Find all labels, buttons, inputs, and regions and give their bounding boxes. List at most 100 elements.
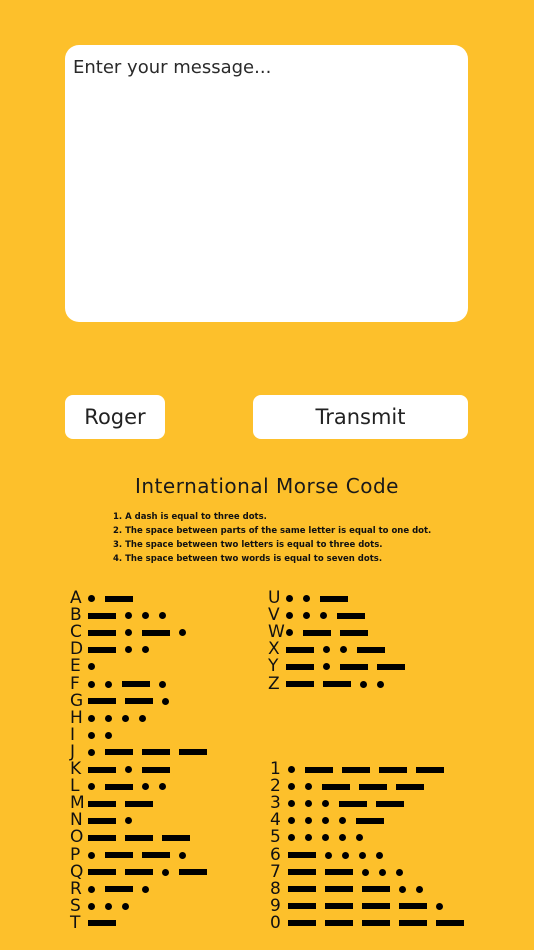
morse-row-d: D [70, 641, 159, 658]
morse-dot [88, 902, 95, 910]
morse-row-p: P [70, 846, 196, 864]
morse-dash [288, 886, 316, 893]
morse-code [288, 920, 473, 927]
morse-dot [305, 834, 312, 842]
morse-dot [416, 885, 423, 893]
morse-dot [105, 902, 112, 910]
morse-row-7: 7 [270, 863, 413, 881]
morse-dash [162, 834, 190, 841]
morse-dash [362, 886, 390, 893]
morse-dash [125, 869, 153, 876]
morse-code [88, 629, 196, 637]
morse-dash [122, 681, 150, 687]
morse-dash [362, 920, 390, 927]
morse-dot [88, 885, 95, 893]
morse-dot [396, 868, 403, 876]
morse-dot [342, 851, 349, 859]
morse-dot [323, 663, 330, 671]
morse-dash [339, 800, 367, 807]
morse-dot [142, 783, 149, 791]
morse-dot [399, 885, 406, 893]
morse-dash [286, 646, 314, 653]
morse-code [288, 851, 393, 859]
morse-dash [179, 749, 207, 756]
morse-dot [305, 800, 312, 808]
morse-dash [88, 869, 116, 876]
morse-char: 0 [270, 912, 281, 933]
morse-dot [105, 714, 112, 722]
rule-item: 1. A dash is equal to three dots. [113, 512, 267, 522]
morse-dash [125, 834, 153, 841]
morse-row-9: 9 [270, 897, 453, 915]
morse-dot [162, 868, 169, 876]
morse-dot [142, 612, 149, 620]
morse-code [288, 800, 413, 808]
morse-row-u: U [268, 590, 357, 607]
morse-dot [122, 714, 129, 722]
morse-dot [286, 612, 293, 620]
morse-dot [379, 868, 386, 876]
morse-dash [142, 766, 170, 773]
morse-code [88, 920, 125, 927]
roger-button[interactable]: Roger [65, 395, 165, 439]
morse-dot [339, 834, 346, 842]
morse-dot [105, 680, 112, 688]
morse-dot [305, 817, 312, 825]
morse-dot [303, 612, 310, 620]
morse-dash [325, 920, 353, 927]
morse-char: T [70, 912, 81, 933]
morse-dot [125, 766, 132, 773]
morse-code [88, 885, 159, 893]
morse-dash [88, 920, 116, 927]
morse-dash [325, 869, 353, 876]
morse-dot [288, 800, 295, 808]
morse-dash [320, 595, 348, 602]
morse-dot [162, 697, 169, 705]
rule-item: 4. The space between two words is equal … [113, 554, 383, 564]
morse-dash [342, 766, 370, 773]
morse-dot [88, 851, 95, 859]
morse-dash [436, 920, 464, 927]
morse-code [88, 817, 142, 825]
morse-dash [396, 783, 424, 790]
transmit-button[interactable]: Transmit [253, 395, 468, 439]
morse-row-g: G [70, 692, 179, 710]
morse-char: O [70, 827, 84, 848]
morse-dash [288, 920, 316, 927]
rule-item: 2. The space between parts of the same l… [113, 526, 432, 536]
morse-dash [88, 698, 116, 705]
morse-code [88, 663, 105, 671]
morse-dot [88, 783, 95, 791]
morse-dash [305, 766, 333, 773]
morse-dot [88, 731, 95, 739]
morse-dot [322, 800, 329, 808]
morse-dot [322, 817, 329, 825]
morse-dash [105, 595, 133, 602]
morse-dash [105, 852, 133, 858]
morse-char: Y [268, 656, 279, 677]
morse-code [88, 714, 156, 722]
morse-dot [377, 680, 384, 688]
morse-dot [303, 595, 310, 602]
rule-item: 3. The space between two letters is equa… [113, 540, 383, 550]
morse-row-r: R [70, 880, 159, 898]
morse-dash [105, 783, 133, 790]
morse-dash [125, 698, 153, 705]
morse-dot [179, 851, 186, 859]
morse-char: E [70, 656, 81, 677]
morse-dash [88, 646, 116, 653]
morse-code [88, 731, 122, 739]
morse-dot [322, 834, 329, 842]
morse-rules: 1. A dash is equal to three dots. 2. The… [113, 510, 431, 566]
morse-dot [122, 902, 129, 910]
morse-row-m: M [70, 795, 162, 812]
morse-row-e: E [70, 658, 105, 675]
morse-char: 5 [270, 827, 281, 848]
morse-dash [88, 612, 116, 619]
morse-code [88, 680, 176, 688]
morse-dot [340, 646, 347, 654]
morse-dash [125, 800, 153, 807]
morse-row-6: 6 [270, 846, 393, 864]
morse-dot [159, 783, 166, 791]
message-input[interactable]: Enter your message... [65, 45, 468, 322]
